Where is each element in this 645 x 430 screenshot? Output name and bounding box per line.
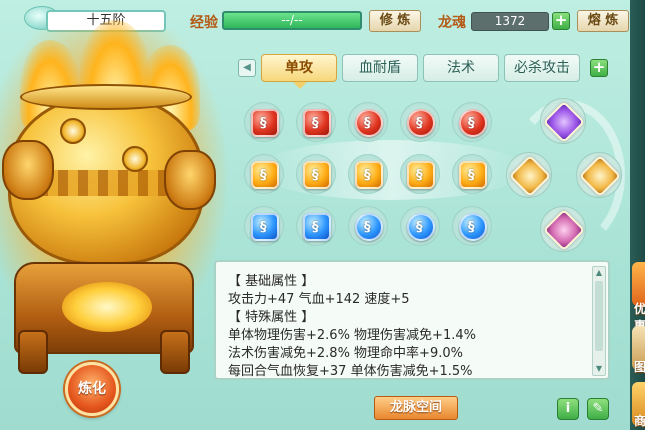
blue-gem-icon: § bbox=[459, 213, 487, 241]
pedestal-leg bbox=[160, 330, 190, 374]
attr-line: 单体物理伤害+2.6% 物理伤害减免+1.4% bbox=[228, 328, 476, 343]
orange-gem-icon: § bbox=[355, 161, 383, 189]
tab-prev-icon[interactable]: ◀ bbox=[238, 59, 256, 77]
gem-symbol-icon: § bbox=[468, 168, 475, 183]
attr-heading-basic: 【 基础属性 】 bbox=[228, 274, 315, 289]
red-gem-icon: § bbox=[303, 109, 331, 137]
gem-symbol-icon: § bbox=[468, 220, 475, 235]
dragon-vein-space-button[interactable]: 龙脉空间 bbox=[374, 396, 458, 420]
gem-slot[interactable]: § bbox=[452, 154, 492, 194]
red-gem-icon: § bbox=[355, 109, 383, 137]
gem-slot[interactable]: § bbox=[348, 154, 388, 194]
soul-value: 1372 bbox=[471, 12, 549, 31]
cultivate-button[interactable]: 修 炼 bbox=[369, 10, 421, 32]
orange-gem-icon: § bbox=[251, 161, 279, 189]
exp-label: 经验 bbox=[190, 15, 218, 31]
gem-symbol-icon: § bbox=[312, 220, 319, 235]
gem-symbol-icon: § bbox=[312, 168, 319, 183]
gem-symbol-icon: § bbox=[260, 220, 267, 235]
tab-pointer-icon bbox=[293, 82, 307, 89]
gem-slot[interactable]: § bbox=[296, 154, 336, 194]
gem-symbol-icon: § bbox=[260, 116, 267, 131]
pedestal-leg bbox=[18, 330, 48, 374]
attribute-scrollbar[interactable]: ▲ ▼ bbox=[592, 266, 606, 376]
pedestal-orb bbox=[62, 282, 152, 332]
red-gem-icon: § bbox=[459, 109, 487, 137]
gem-slot[interactable]: § bbox=[296, 102, 336, 142]
star-gem-icon bbox=[578, 154, 622, 198]
star-gem-slot[interactable] bbox=[506, 152, 552, 198]
cauldron-eye-icon bbox=[122, 146, 148, 172]
scroll-down-icon[interactable]: ▼ bbox=[594, 364, 604, 374]
gem-symbol-icon: § bbox=[468, 116, 475, 131]
side-label-shop: 商 bbox=[634, 414, 645, 428]
gem-slot[interactable]: § bbox=[452, 206, 492, 246]
dragon-head-icon bbox=[164, 150, 216, 210]
attr-line: 攻击力+47 气血+142 速度+5 bbox=[228, 292, 410, 307]
refine-button[interactable]: 炼化 bbox=[65, 362, 119, 416]
gem-slot[interactable]: § bbox=[452, 102, 492, 142]
orange-gem-icon: § bbox=[303, 161, 331, 189]
gem-symbol-icon: § bbox=[364, 116, 371, 131]
gem-slot[interactable]: § bbox=[244, 102, 284, 142]
gem-symbol-icon: § bbox=[416, 168, 423, 183]
blue-gem-icon: § bbox=[355, 213, 383, 241]
tab-single-attack[interactable]: 单攻 bbox=[261, 54, 337, 82]
blue-gem-icon: § bbox=[303, 213, 331, 241]
gem-symbol-icon: § bbox=[364, 220, 371, 235]
side-label-guide: 图 bbox=[634, 360, 645, 374]
add-soul-button[interactable]: + bbox=[552, 12, 570, 30]
gem-symbol-icon: § bbox=[312, 116, 319, 131]
red-gem-icon: § bbox=[407, 109, 435, 137]
tab-critical-attack[interactable]: 必杀攻击 bbox=[504, 54, 580, 82]
gem-symbol-icon: § bbox=[364, 168, 371, 183]
main-window: 十五阶 经验 --/-- 修 炼 龙魂 1372 + 熔 炼 ◀ 单攻 血耐盾 … bbox=[0, 0, 640, 430]
add-tab-button[interactable]: + bbox=[590, 59, 608, 77]
tab-blood-shield[interactable]: 血耐盾 bbox=[342, 54, 418, 82]
gem-slot[interactable]: § bbox=[296, 206, 336, 246]
attr-line: 每回合气血恢复+37 单体伤害减免+1.5% bbox=[228, 364, 473, 379]
soul-label: 龙魂 bbox=[438, 15, 466, 31]
star-gem-icon bbox=[508, 154, 552, 198]
gem-slot[interactable]: § bbox=[400, 154, 440, 194]
cauldron-eye-icon bbox=[60, 118, 86, 144]
orange-gem-icon: § bbox=[459, 161, 487, 189]
star-gem-slot[interactable] bbox=[576, 152, 622, 198]
red-gem-icon: § bbox=[251, 109, 279, 137]
scroll-thumb[interactable] bbox=[595, 281, 603, 351]
gem-slot[interactable]: § bbox=[400, 206, 440, 246]
star-gem-slot[interactable] bbox=[540, 98, 586, 144]
cauldron-rim bbox=[20, 84, 192, 110]
smelt-button[interactable]: 熔 炼 bbox=[577, 10, 629, 32]
star-gem-icon bbox=[542, 100, 586, 144]
blue-gem-icon: § bbox=[407, 213, 435, 241]
gem-slot[interactable]: § bbox=[348, 102, 388, 142]
edit-icon[interactable]: ✎ bbox=[587, 398, 609, 420]
gem-slot[interactable]: § bbox=[400, 102, 440, 142]
attr-heading-special: 【 特殊属性 】 bbox=[228, 310, 315, 325]
gem-slot[interactable]: § bbox=[348, 206, 388, 246]
attribute-panel: 【 基础属性 】 攻击力+47 气血+142 速度+5 【 特殊属性 】 单体物… bbox=[214, 260, 610, 380]
star-gem-icon bbox=[542, 208, 586, 252]
gem-slot[interactable]: § bbox=[244, 154, 284, 194]
dragon-head-icon bbox=[2, 140, 54, 200]
gem-symbol-icon: § bbox=[260, 168, 267, 183]
info-icon[interactable]: i bbox=[557, 398, 579, 420]
blue-gem-icon: § bbox=[251, 213, 279, 241]
tab-magic[interactable]: 法术 bbox=[423, 54, 499, 82]
star-gem-slot[interactable] bbox=[540, 206, 586, 252]
gem-symbol-icon: § bbox=[416, 220, 423, 235]
orange-gem-icon: § bbox=[407, 161, 435, 189]
side-strip: 优惠 图 商 bbox=[630, 0, 645, 430]
exp-bar: --/-- bbox=[222, 11, 362, 30]
gem-symbol-icon: § bbox=[416, 116, 423, 131]
scroll-up-icon[interactable]: ▲ bbox=[594, 268, 604, 278]
gem-slot[interactable]: § bbox=[244, 206, 284, 246]
attr-line: 法术伤害减免+2.8% 物理命中率+9.0% bbox=[228, 346, 463, 361]
